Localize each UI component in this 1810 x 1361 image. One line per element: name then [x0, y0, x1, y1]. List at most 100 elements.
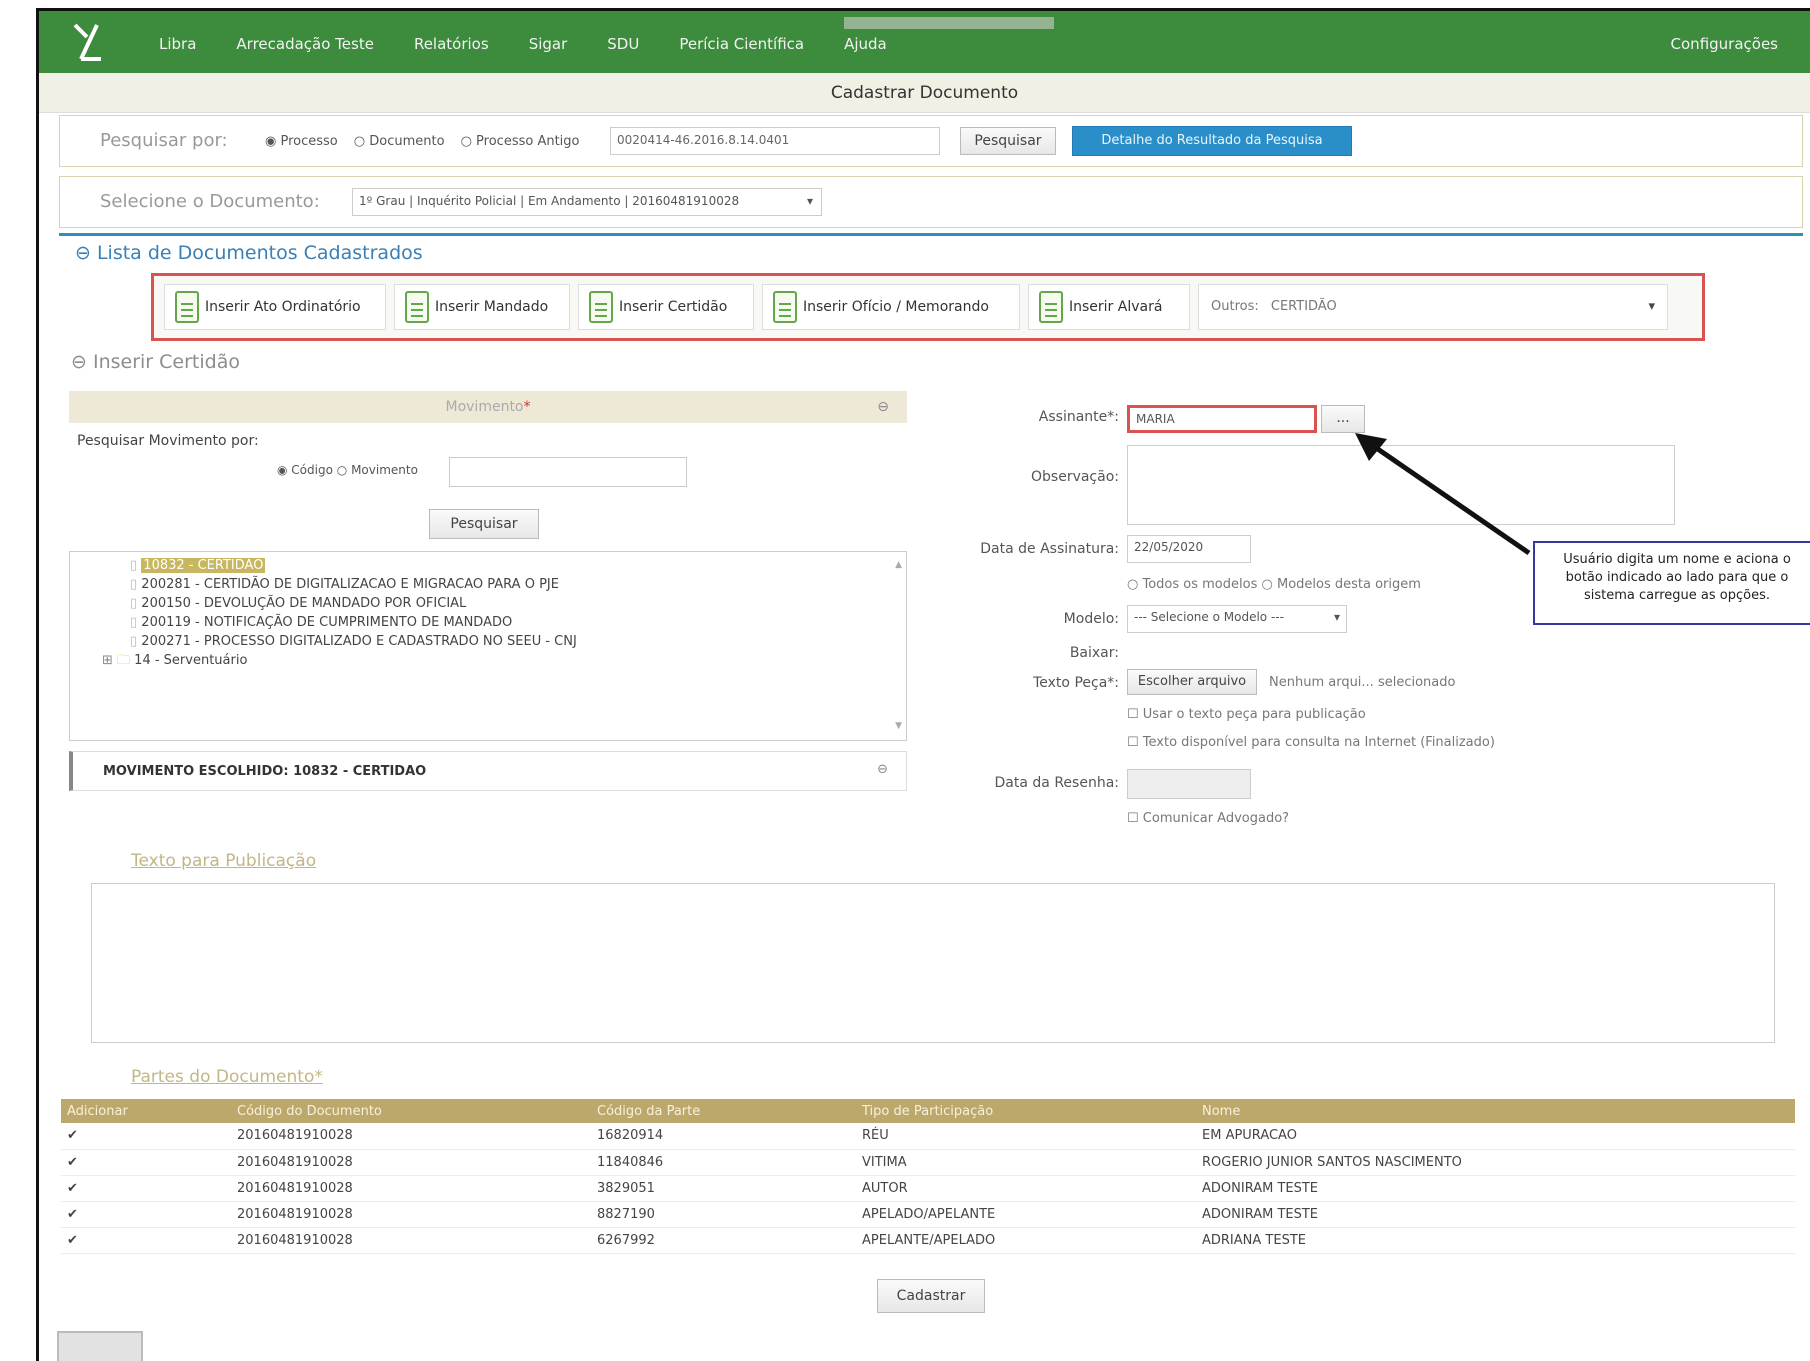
- libra-logo-icon[interactable]: [67, 19, 107, 63]
- insert-alvara-button[interactable]: Inserir Alvará: [1028, 284, 1190, 330]
- nav-item-arrecadacao[interactable]: Arrecadação Teste: [236, 35, 374, 53]
- cell: ROGERIO JUNIOR SANTOS NASCIMENTO: [1196, 1149, 1795, 1176]
- movimento-search-input[interactable]: [449, 457, 687, 487]
- add-checkbox[interactable]: ✔: [61, 1175, 231, 1202]
- insert-oficio-button[interactable]: Inserir Ofício / Memorando: [762, 284, 1020, 330]
- tree-folder[interactable]: ⊞ 🗀 14 - Serventuário: [102, 651, 846, 670]
- scroll-up-icon[interactable]: ▲: [895, 556, 902, 575]
- data-assinatura-input[interactable]: 22/05/2020: [1127, 535, 1251, 563]
- table-row: ✔ 20160481910028 6267992 APELANTE/APELAD…: [61, 1227, 1795, 1254]
- scroll-down-icon[interactable]: ▼: [895, 717, 902, 736]
- add-checkbox[interactable]: ✔: [61, 1123, 231, 1150]
- tree-item-label: 10832 - CERTIDÃO: [141, 558, 266, 573]
- insert-certidao-button[interactable]: Inserir Certidão: [578, 284, 754, 330]
- modelo-select[interactable]: --- Selecione o Modelo --- ▾: [1127, 605, 1347, 633]
- table-row: ✔ 20160481910028 16820914 RÉU EM APURACA…: [61, 1123, 1795, 1150]
- nav-item-sdu[interactable]: SDU: [607, 35, 639, 53]
- insert-ato-ordinatorio-label: Inserir Ato Ordinatório: [205, 299, 361, 315]
- documents-list-header[interactable]: ⊖ Lista de Documentos Cadastrados: [59, 233, 1803, 267]
- app-window: Libra Arrecadação Teste Relatórios Sigar…: [36, 8, 1810, 1361]
- insert-certidao-title: Inserir Certidão: [92, 351, 240, 373]
- nav-item-sigar[interactable]: Sigar: [529, 35, 568, 53]
- tree-item[interactable]: ▯ 200119 - NOTIFICAÇÃO DE CUMPRIMENTO DE…: [130, 613, 846, 632]
- radio-todos-modelos[interactable]: ○ Todos os modelos: [1127, 577, 1257, 592]
- tree-item-label: 200271 - PROCESSO DIGITALIZADO E CADASTR…: [141, 634, 577, 649]
- nav-item-configuracoes[interactable]: Configurações: [1671, 35, 1778, 53]
- radio-todos-modelos-label: Todos os modelos: [1142, 577, 1258, 592]
- tree-folder-label: 14 - Serventuário: [134, 653, 248, 668]
- movimento-tree[interactable]: ▯ 10832 - CERTIDÃO ▯ 200281 - CERTIDÃO D…: [69, 551, 907, 741]
- search-panel: Pesquisar por: ◉ Processo ○ Documento ○ …: [59, 115, 1803, 167]
- nav-item-ajuda[interactable]: Ajuda: [844, 35, 887, 53]
- radio-codigo[interactable]: ◉ Código: [277, 463, 333, 477]
- insert-mandado-button[interactable]: Inserir Mandado: [394, 284, 570, 330]
- add-checkbox[interactable]: ✔: [61, 1201, 231, 1228]
- outros-label: Outros:: [1211, 299, 1259, 314]
- insert-certidao-header[interactable]: ⊖ Inserir Certidão: [71, 351, 240, 373]
- cell: 20160481910028: [231, 1227, 591, 1254]
- col-codigo-documento: Código do Documento: [231, 1099, 591, 1123]
- insert-certidao-label: Inserir Certidão: [619, 299, 728, 315]
- radio-modelos-origem[interactable]: ○ Modelos desta origem: [1262, 577, 1421, 592]
- table-header-row: Adicionar Código do Documento Código da …: [61, 1099, 1795, 1123]
- assinante-input[interactable]: MARIA: [1127, 405, 1317, 433]
- select-document-panel: Selecione o Documento: 1º Grau | Inquéri…: [59, 176, 1803, 228]
- detail-result-button[interactable]: Detalhe do Resultado da Pesquisa: [1072, 126, 1352, 156]
- tree-item-label: 200119 - NOTIFICAÇÃO DE CUMPRIMENTO DE M…: [141, 615, 513, 630]
- modelo-select-value: --- Selecione o Modelo ---: [1134, 610, 1284, 624]
- nav-item-libra[interactable]: Libra: [159, 35, 196, 53]
- search-input[interactable]: 0020414-46.2016.8.14.0401: [610, 127, 940, 155]
- publicacao-textarea[interactable]: [91, 883, 1775, 1043]
- cell: 20160481910028: [231, 1175, 591, 1202]
- add-checkbox[interactable]: ✔: [61, 1149, 231, 1176]
- checkbox-comunicar-advogado[interactable]: ☐ Comunicar Advogado?: [1127, 811, 1289, 826]
- table-row: ✔ 20160481910028 11840846 VITIMA ROGERIO…: [61, 1149, 1795, 1176]
- movimento-search-button[interactable]: Pesquisar: [429, 509, 539, 539]
- collapse-icon[interactable]: ⊖: [877, 762, 888, 777]
- search-button[interactable]: Pesquisar: [960, 127, 1056, 155]
- table-row: ✔ 20160481910028 3829051 AUTOR ADONIRAM …: [61, 1175, 1795, 1202]
- documents-list-title-text: Lista de Documentos Cadastrados: [96, 242, 423, 264]
- chevron-down-icon: ▾: [1648, 299, 1655, 314]
- cell: VITIMA: [856, 1149, 1196, 1176]
- movimento-header: Movimento* ⊖: [69, 391, 907, 423]
- select-document-label: Selecione o Documento:: [100, 191, 320, 212]
- choose-file-button[interactable]: Escolher arquivo: [1127, 669, 1257, 695]
- cadastrar-button[interactable]: Cadastrar: [877, 1279, 985, 1313]
- radio-documento[interactable]: ○ Documento: [354, 134, 445, 149]
- movimento-chosen-text: MOVIMENTO ESCOLHIDO: 10832 - CERTIDAO: [103, 764, 427, 779]
- outros-select[interactable]: Outros: CERTIDÃO ▾: [1198, 284, 1668, 330]
- cell: 16820914: [591, 1123, 856, 1150]
- document-select[interactable]: 1º Grau | Inquérito Policial | Em Andame…: [352, 188, 822, 216]
- cell: ADONIRAM TESTE: [1196, 1175, 1795, 1202]
- tree-item[interactable]: ▯ 200150 - DEVOLUÇÃO DE MANDADO POR OFIC…: [130, 594, 846, 613]
- document-icon: [405, 291, 429, 323]
- data-resenha-input[interactable]: [1127, 769, 1251, 799]
- thumbnail-image: [57, 1331, 143, 1361]
- tree-item[interactable]: ▯ 10832 - CERTIDÃO: [130, 556, 846, 575]
- checkbox-texto-disponivel[interactable]: ☐ Texto disponível para consulta na Inte…: [1127, 735, 1495, 750]
- document-icon: [773, 291, 797, 323]
- outros-value: CERTIDÃO: [1270, 299, 1337, 314]
- cell: 3829051: [591, 1175, 856, 1202]
- movimento-panel: Movimento* ⊖ Pesquisar Movimento por: ◉ …: [69, 391, 907, 791]
- col-nome: Nome: [1196, 1099, 1795, 1123]
- assinante-lookup-button[interactable]: ...: [1321, 405, 1365, 433]
- checkbox-usar-texto[interactable]: ☐ Usar o texto peça para publicação: [1127, 707, 1366, 722]
- cell: 8827190: [591, 1201, 856, 1228]
- collapse-icon[interactable]: ⊖: [877, 391, 889, 423]
- add-checkbox[interactable]: ✔: [61, 1227, 231, 1254]
- insert-mandado-label: Inserir Mandado: [435, 299, 549, 315]
- radio-processo-antigo[interactable]: ○ Processo Antigo: [461, 134, 580, 149]
- movimento-header-label: Movimento: [445, 399, 524, 415]
- nav-item-pericia[interactable]: Perícia Científica: [679, 35, 804, 53]
- tree-item[interactable]: ▯ 200271 - PROCESSO DIGITALIZADO E CADAS…: [130, 632, 846, 651]
- blurred-banner: [844, 17, 1054, 29]
- tree-item[interactable]: ▯ 200281 - CERTIDÃO DE DIGITALIZACAO E M…: [130, 575, 846, 594]
- radio-processo[interactable]: ◉ Processo: [265, 134, 338, 149]
- cell: APELANTE/APELADO: [856, 1227, 1196, 1254]
- radio-movimento[interactable]: ○ Movimento: [337, 463, 418, 477]
- insert-ato-ordinatorio-button[interactable]: Inserir Ato Ordinatório: [164, 284, 386, 330]
- cell: ADONIRAM TESTE: [1196, 1201, 1795, 1228]
- nav-item-relatorios[interactable]: Relatórios: [414, 35, 489, 53]
